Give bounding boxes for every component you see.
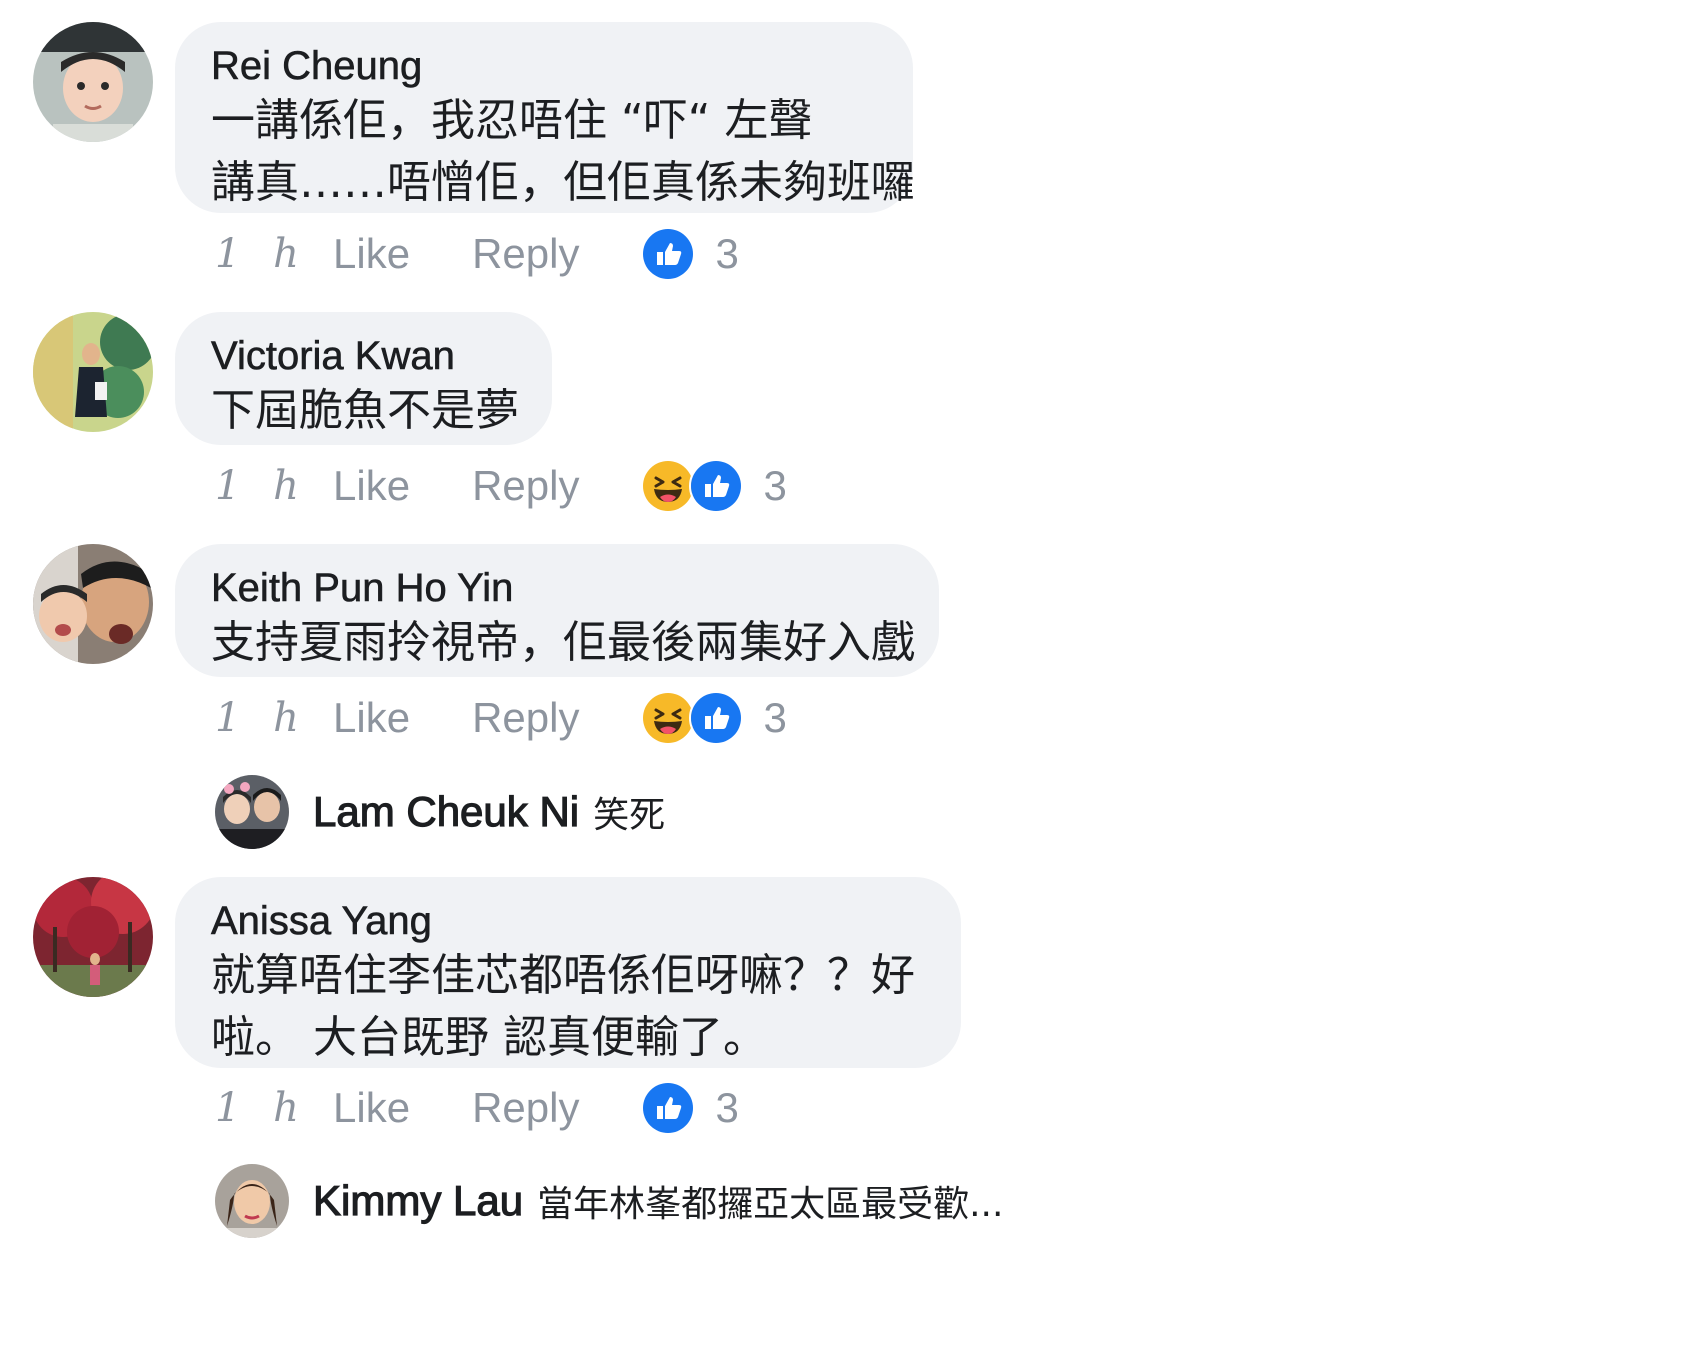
comment-actions: 1 h Like Reply 3 — [215, 688, 787, 748]
reaction-count: 3 — [763, 694, 787, 741]
like-button[interactable]: Like — [333, 230, 410, 278]
avatar[interactable] — [33, 877, 153, 997]
like-icon — [689, 691, 744, 745]
reaction-count: 3 — [715, 230, 739, 277]
reply-text: 當年林峯都攞亞太區最受歡... — [537, 1184, 1004, 1225]
comment-bubble: Keith Pun Ho Yin 支持夏雨拎視帝，佢最後兩集好入戲 — [175, 544, 939, 677]
reaction-count: 3 — [763, 462, 787, 509]
reply-preview[interactable]: Kimmy Lau 當年林峯都攞亞太區最受歡... — [215, 1163, 1003, 1239]
like-icon — [641, 227, 696, 281]
comment-bubble: Anissa Yang 就算唔住李佳芯都唔係佢呀嘛？？好 啦。 大台既野 認真便… — [175, 877, 961, 1068]
reactions-summary[interactable]: 3 — [641, 1081, 739, 1135]
reply-author[interactable]: Lam Cheuk Ni — [312, 787, 579, 836]
reply-text: 笑死 — [593, 795, 666, 836]
like-icon — [689, 459, 744, 513]
comment-timestamp: 1 h — [215, 1085, 309, 1131]
haha-icon — [641, 691, 696, 745]
comment-actions: 1 h Like Reply 3 — [215, 1078, 739, 1138]
comment-timestamp: 1 h — [215, 231, 309, 277]
reaction-count: 3 — [715, 1084, 739, 1131]
reply-button[interactable]: Reply — [472, 1084, 579, 1132]
reply-button[interactable]: Reply — [472, 462, 579, 510]
reactions-summary[interactable]: 3 — [641, 459, 787, 513]
reply-button[interactable]: Reply — [472, 694, 579, 742]
comment-bubble: Victoria Kwan 下屆脆魚不是夢 — [175, 312, 552, 445]
comment-author[interactable]: Keith Pun Ho Yin — [211, 564, 889, 612]
avatar[interactable] — [215, 1164, 289, 1238]
comment-timestamp: 1 h — [215, 463, 309, 509]
comment-author[interactable]: Anissa Yang — [211, 897, 911, 945]
reply-preview[interactable]: Lam Cheuk Ni 笑死 — [215, 774, 665, 850]
comment-bubble: Rei Cheung 一講係佢，我忍唔住 “吓“ 左聲 講真……唔憎佢，但佢真係… — [175, 22, 915, 213]
comment-text-line: 下屆脆魚不是夢 — [211, 385, 519, 436]
like-icon — [641, 1081, 696, 1135]
comment-text-line: 啦。 大台既野 認真便輸了。 — [211, 1012, 767, 1063]
like-button[interactable]: Like — [333, 462, 410, 510]
comment-actions: 1 h Like Reply 3 — [215, 224, 739, 284]
avatar[interactable] — [215, 775, 289, 849]
avatar[interactable] — [33, 312, 153, 432]
comment-text-line: 支持夏雨拎視帝，佢最後兩集好入戲 — [211, 617, 915, 668]
haha-icon — [641, 459, 696, 513]
like-button[interactable]: Like — [333, 694, 410, 742]
reactions-summary[interactable]: 3 — [641, 691, 787, 745]
reactions-summary[interactable]: 3 — [641, 227, 739, 281]
like-button[interactable]: Like — [333, 1084, 410, 1132]
avatar[interactable] — [33, 544, 153, 664]
comment-timestamp: 1 h — [215, 695, 309, 741]
comment-text-line: 一講係佢，我忍唔住 “吓“ 左聲 — [211, 95, 813, 146]
comment-author[interactable]: Rei Cheung — [211, 42, 863, 90]
reply-button[interactable]: Reply — [472, 230, 579, 278]
reply-author[interactable]: Kimmy Lau — [312, 1176, 523, 1225]
comment-author[interactable]: Victoria Kwan — [211, 332, 502, 380]
comment-actions: 1 h Like Reply 3 — [215, 456, 787, 516]
comment-text-line: 講真……唔憎佢，但佢真係未夠班囉 — [211, 157, 915, 208]
comment-text-line: 就算唔住李佳芯都唔係佢呀嘛？？好 — [211, 950, 915, 1001]
avatar[interactable] — [33, 22, 153, 142]
